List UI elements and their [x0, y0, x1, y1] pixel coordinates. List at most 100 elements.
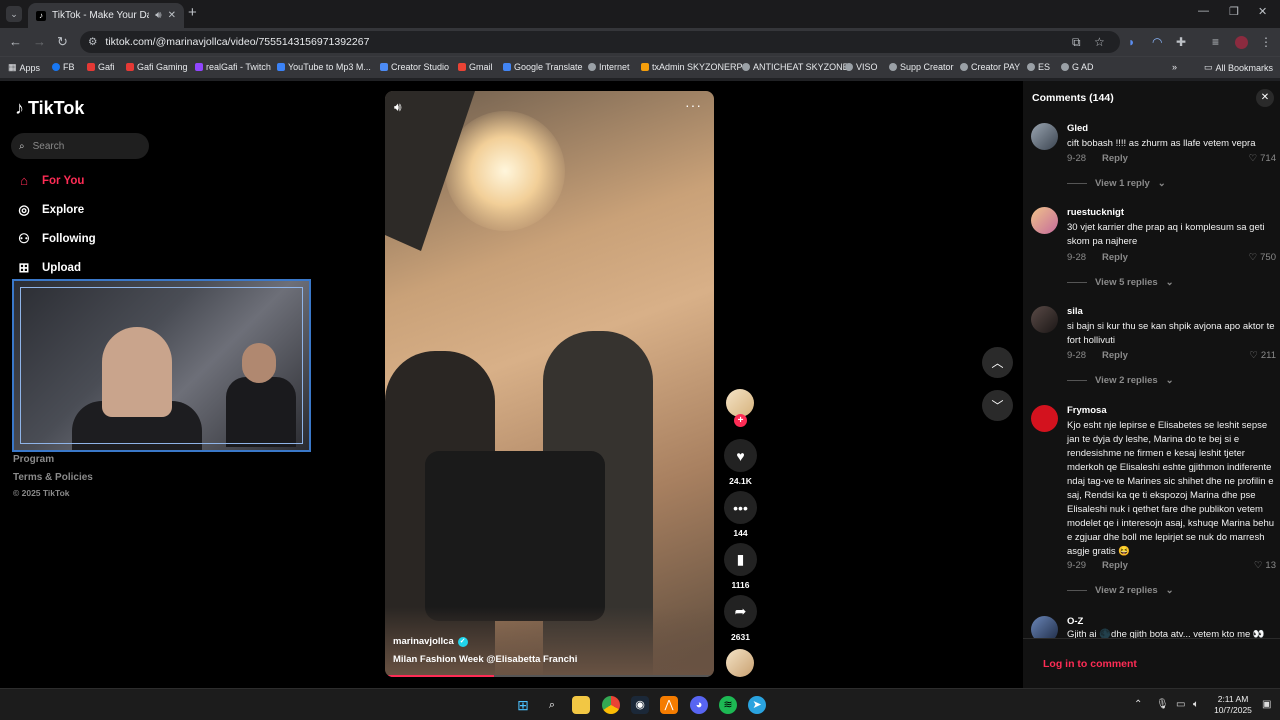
- tab-search-menu[interactable]: ⌄: [6, 6, 22, 22]
- tray-overflow-icon[interactable]: ⌃: [1134, 699, 1142, 710]
- save-button[interactable]: ▮: [724, 543, 757, 576]
- view-replies[interactable]: View 5 replies ⌄: [1067, 277, 1174, 288]
- comment-avatar[interactable]: [1031, 616, 1058, 638]
- bookmark-apps[interactable]: ▦ Apps: [8, 62, 40, 73]
- bookmark-anticheat[interactable]: ANTICHEAT SKYZONE: [742, 62, 849, 72]
- nav-for-you[interactable]: ⌂ For You: [16, 173, 84, 188]
- bookmark-youtube-mp3[interactable]: YouTube to Mp3 M...: [277, 62, 371, 72]
- view-replies[interactable]: View 1 reply ⌄: [1067, 178, 1166, 189]
- bookmark-twitch[interactable]: realGafi - Twitch: [195, 62, 271, 72]
- bookmark-es[interactable]: ES: [1027, 62, 1050, 72]
- video-author[interactable]: marinavjollca ✓: [393, 636, 468, 647]
- footer-program-link[interactable]: Program: [13, 454, 54, 465]
- comment-like[interactable]: ♡ 714: [1249, 153, 1276, 164]
- video-player[interactable]: 🔊︎ ··· marinavjollca ✓ Milan Fashion Wee…: [385, 91, 714, 677]
- tab-close-icon[interactable]: ✕: [168, 10, 176, 21]
- share-button[interactable]: ➦: [724, 595, 757, 628]
- comment-username[interactable]: ruestucknigt: [1067, 207, 1124, 218]
- comment-button[interactable]: •••: [724, 491, 757, 524]
- install-app-icon[interactable]: ⧉: [1072, 35, 1081, 50]
- nav-explore[interactable]: ◎ Explore: [16, 202, 84, 218]
- view-replies[interactable]: View 2 replies ⌄: [1067, 375, 1174, 386]
- bookmark-creator-pay[interactable]: Creator PAY: [960, 62, 1020, 72]
- chrome-icon[interactable]: [602, 696, 620, 714]
- previous-video-button[interactable]: ︿: [982, 347, 1013, 378]
- microphone-icon[interactable]: 🎙︎: [1156, 699, 1169, 710]
- follow-plus-icon[interactable]: +: [734, 414, 747, 427]
- comment-avatar[interactable]: [1031, 207, 1058, 234]
- comment-username[interactable]: Gled: [1067, 123, 1088, 134]
- video-caption[interactable]: Milan Fashion Week @Elisabetta Franchi: [393, 654, 577, 665]
- video-progress-bar[interactable]: [385, 675, 714, 677]
- browser-menu-icon[interactable]: ⋮: [1260, 35, 1272, 49]
- comment-username[interactable]: sila: [1067, 306, 1083, 317]
- comment-username[interactable]: Frymosa: [1067, 405, 1107, 416]
- comment-like[interactable]: ♡ 750: [1249, 252, 1276, 263]
- bookmark-gafi-gaming[interactable]: Gafi Gaming: [126, 62, 188, 72]
- close-window-button[interactable]: ✕: [1258, 5, 1267, 18]
- back-button[interactable]: ←: [9, 34, 22, 49]
- search-icon[interactable]: ⌕: [543, 696, 561, 714]
- sound-disc[interactable]: [726, 649, 754, 677]
- bookmark-star-icon[interactable]: ☆: [1094, 35, 1105, 49]
- address-bar[interactable]: ⚙ tiktok.com/@marinavjollca/video/755514…: [80, 31, 1120, 53]
- view-replies[interactable]: View 2 replies ⌄: [1067, 585, 1174, 596]
- next-video-button[interactable]: ﹀: [982, 390, 1013, 421]
- reading-list-icon[interactable]: ≡: [1212, 35, 1219, 49]
- tiktok-logo[interactable]: ♪ TikTok: [15, 98, 84, 119]
- bookmark-gafi[interactable]: Gafi: [87, 62, 115, 72]
- comment-avatar[interactable]: [1031, 306, 1058, 333]
- extensions-puzzle-icon[interactable]: ✚: [1176, 35, 1186, 49]
- nav-upload[interactable]: ⊞ Upload: [16, 260, 81, 276]
- system-clock[interactable]: 2:11 AM 10/7/2025: [1208, 694, 1258, 716]
- vpn-extension-icon[interactable]: ◠: [1152, 35, 1162, 49]
- profile-avatar[interactable]: [1235, 36, 1248, 49]
- comment-like[interactable]: ♡ 13: [1254, 560, 1276, 571]
- bookmark-internet[interactable]: Internet: [588, 62, 630, 72]
- reply-button[interactable]: Reply: [1102, 252, 1128, 263]
- spotify-icon[interactable]: ≋: [719, 696, 737, 714]
- volume-icon[interactable]: 🔊︎: [394, 100, 402, 115]
- search-input[interactable]: ⌕ Search: [11, 133, 149, 159]
- nav-following[interactable]: ⚇ Following: [16, 231, 95, 247]
- discord-icon[interactable]: ◕: [690, 696, 708, 714]
- audio-playing-icon[interactable]: 🔊︎: [155, 10, 161, 21]
- new-tab-button[interactable]: +: [188, 4, 197, 21]
- steam-icon[interactable]: ◉: [631, 696, 649, 714]
- bookmark-google-translate[interactable]: Google Translate: [503, 62, 583, 72]
- telegram-icon[interactable]: ➤: [748, 696, 766, 714]
- notifications-icon[interactable]: ▣: [1262, 699, 1271, 710]
- bookmark-viso[interactable]: VISO: [845, 62, 878, 72]
- bookmark-txadmin[interactable]: txAdmin SKYZONERP: [641, 62, 743, 72]
- bookmark-creator-studio[interactable]: Creator Studio: [380, 62, 449, 72]
- reload-button[interactable]: ↻: [57, 34, 68, 50]
- site-info-icon[interactable]: ⚙: [88, 36, 97, 48]
- comment-avatar[interactable]: [1031, 123, 1058, 150]
- comment-username[interactable]: O-Z: [1067, 616, 1083, 627]
- file-explorer-icon[interactable]: [572, 696, 590, 714]
- app-icon[interactable]: ⋀: [660, 696, 678, 714]
- bookmark-gmail[interactable]: Gmail: [458, 62, 493, 72]
- reply-button[interactable]: Reply: [1102, 153, 1128, 164]
- restore-button[interactable]: ❐: [1229, 5, 1239, 18]
- forward-button[interactable]: →: [33, 34, 46, 49]
- speaker-icon[interactable]: 🔈︎: [1193, 699, 1199, 710]
- windows-start-icon[interactable]: ⊞: [514, 696, 532, 714]
- like-button[interactable]: ♥: [724, 439, 757, 472]
- bookmark-fb[interactable]: FB: [52, 62, 75, 72]
- footer-terms-link[interactable]: Terms & Policies: [13, 472, 93, 483]
- network-icon[interactable]: ▭: [1176, 699, 1185, 710]
- bookmark-g-ad[interactable]: G AD: [1061, 62, 1094, 72]
- creator-avatar[interactable]: [726, 389, 754, 417]
- close-comments-icon[interactable]: ✕: [1256, 89, 1274, 107]
- bookmark-supp-creator[interactable]: Supp Creator: [889, 62, 954, 72]
- reply-button[interactable]: Reply: [1102, 350, 1128, 361]
- comment-like[interactable]: ♡ 211: [1249, 350, 1276, 361]
- extension-icon[interactable]: ◗: [1128, 35, 1135, 49]
- tab-tiktok[interactable]: ♪ TikTok - Make Your Day 🔊︎ ✕: [28, 3, 184, 28]
- more-bookmarks-icon[interactable]: »: [1172, 62, 1177, 72]
- all-bookmarks[interactable]: ▭ All Bookmarks: [1204, 62, 1273, 73]
- login-to-comment-link[interactable]: Log in to comment: [1043, 658, 1137, 670]
- comment-avatar[interactable]: [1031, 405, 1058, 432]
- reply-button[interactable]: Reply: [1102, 560, 1128, 571]
